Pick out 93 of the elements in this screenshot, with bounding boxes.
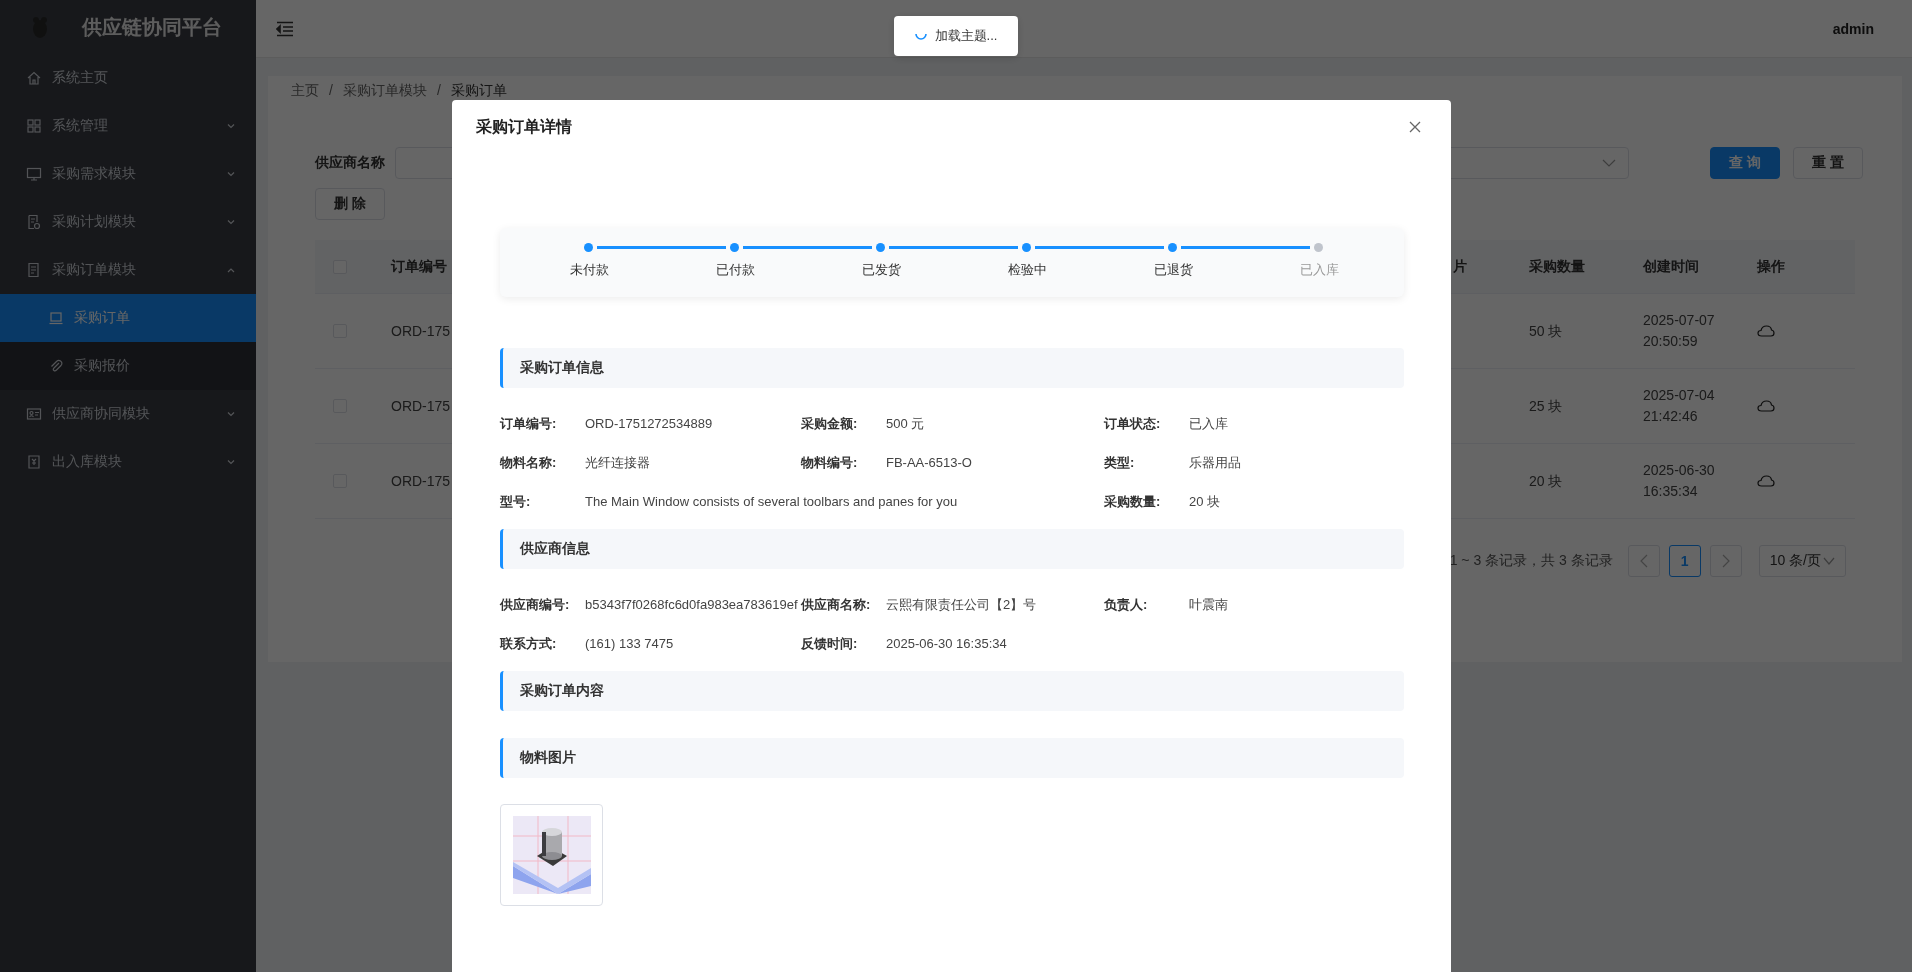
- chevron-icon: [1602, 159, 1617, 167]
- column-header: 片: [1453, 257, 1467, 276]
- breadcrumb-item: 采购订单: [450, 82, 507, 98]
- field-label: 物料名称:: [500, 454, 558, 472]
- field-label: 联系方式:: [500, 635, 558, 653]
- field-value: 2025-06-30 16:35:34: [886, 635, 1007, 653]
- id-card-icon: [26, 406, 42, 422]
- breadcrumb-separator: /: [329, 82, 333, 98]
- table-cell-text: ORD-175: [391, 471, 451, 491]
- field-label: 反馈时间:: [801, 635, 859, 653]
- table-cell-text: ORD-175: [391, 321, 451, 341]
- field-label: 订单编号:: [500, 415, 558, 433]
- chevron-icon: [226, 217, 236, 227]
- field-value: 500 元: [886, 415, 925, 433]
- step-label: 已退货: [1153, 261, 1193, 279]
- menu-icon[interactable]: [276, 20, 294, 37]
- step-label: 已入库: [1299, 261, 1339, 279]
- table-cell-text: 25 块: [1529, 396, 1563, 416]
- close-button[interactable]: [1408, 120, 1422, 134]
- chevron-left-icon: [1639, 554, 1648, 568]
- field-value: 云熙有限责任公司【2】号: [886, 596, 1037, 614]
- dialog-title: 采购订单详情: [476, 116, 572, 137]
- breadcrumb-separator: /: [436, 82, 441, 98]
- table-cell-text: 2025-07-04 21:42:46: [1643, 386, 1716, 426]
- step-label: 已发货: [861, 261, 901, 279]
- document-icon: [26, 262, 42, 278]
- field-label: 订单状态:: [1104, 415, 1162, 433]
- home-icon: [26, 70, 42, 86]
- chevron-icon: [226, 169, 236, 179]
- field-value: (161) 133 7475: [585, 635, 674, 653]
- field-value: 乐器用品: [1189, 454, 1241, 472]
- section-header: 物料图片: [500, 738, 1404, 778]
- box-icon: [26, 454, 42, 470]
- reset-button[interactable]: 重 置: [1793, 147, 1863, 179]
- chevron-right-icon: [1721, 554, 1730, 568]
- page-size-select[interactable]: 10 条/页: [1758, 545, 1846, 577]
- grid-icon: [26, 118, 42, 134]
- chevron-icon: [226, 457, 236, 467]
- field-value: FB-AA-6513-O: [886, 454, 972, 472]
- field-value: 叶震南: [1189, 596, 1228, 614]
- table-cell-text: 20 块: [1529, 471, 1563, 491]
- chevron-icon: [226, 121, 236, 131]
- table-cell-text: 2025-06-30 16:35:34: [1643, 461, 1716, 501]
- user-name[interactable]: admin: [1832, 20, 1874, 37]
- step-label: 检验中: [1007, 261, 1047, 279]
- section-header: 供应商信息: [500, 529, 1404, 569]
- table-cell-text: 2025-07-07 20:50:59: [1643, 311, 1716, 351]
- field-value: The Main Window consists of several toolbars and panes for you: [585, 493, 958, 511]
- close-icon: [1408, 120, 1422, 134]
- app-title: 供应链协同平台: [82, 14, 222, 40]
- pagination-summary: 1 ~ 3 条记录，共 3 条记录: [1449, 552, 1613, 570]
- document-icon: [26, 214, 42, 230]
- image-thumbnail[interactable]: [500, 804, 603, 906]
- chevron-icon: [226, 409, 236, 419]
- column-header: 订单编号: [391, 257, 447, 276]
- column-header: 采购数量: [1529, 257, 1585, 276]
- field-value: b5343f7f0268fc6d0fa983ea783619ef: [585, 596, 798, 614]
- table-cell-text: ORD-175: [391, 396, 451, 416]
- field-value: 已入库: [1189, 415, 1228, 433]
- step-label: 已付款: [715, 261, 755, 279]
- laptop-icon: [48, 310, 64, 326]
- field-value: 光纤连接器: [585, 454, 650, 472]
- field-label: 供应商名称: [315, 154, 386, 172]
- submenu-item[interactable]: 采购报价: [0, 342, 256, 390]
- page-button[interactable]: 1: [1668, 545, 1701, 577]
- chevron-icon: [1823, 557, 1835, 565]
- field-label: 类型:: [1104, 454, 1136, 472]
- section-header: 采购订单内容: [500, 671, 1404, 711]
- column-header: 操作: [1757, 257, 1785, 276]
- cloud-icon[interactable]: [1757, 325, 1775, 337]
- table-cell-text: 50 块: [1529, 321, 1563, 341]
- breadcrumb-link[interactable]: 主页: [291, 82, 319, 98]
- step-label: 未付款: [569, 261, 609, 279]
- field-label: 供应商名称:: [801, 596, 872, 614]
- cloud-icon[interactable]: [1757, 400, 1775, 412]
- search-button[interactable]: 查 询: [1710, 147, 1781, 179]
- field-label: 物料编号:: [801, 454, 859, 472]
- field-label: 采购数量:: [1104, 493, 1162, 511]
- spinner-icon: [914, 32, 927, 40]
- field-value: ORD-1751272534889: [585, 415, 713, 433]
- column-header: 创建时间: [1643, 257, 1699, 276]
- cloud-icon[interactable]: [1757, 475, 1775, 487]
- field-label: 采购金额:: [801, 415, 859, 433]
- field-value: 20 块: [1189, 493, 1221, 511]
- field-label: 型号:: [500, 493, 532, 511]
- field-label: 供应商编号:: [500, 596, 571, 614]
- submenu-item[interactable]: 采购订单: [0, 294, 256, 342]
- breadcrumb-link[interactable]: 采购订单模块: [342, 82, 427, 98]
- section-header: 采购订单信息: [500, 348, 1404, 388]
- monitor-icon: [26, 166, 42, 182]
- delete-button[interactable]: 删 除: [315, 188, 385, 220]
- field-label: 负责人:: [1104, 596, 1149, 614]
- loading-toast: 加载主题...: [894, 16, 1018, 56]
